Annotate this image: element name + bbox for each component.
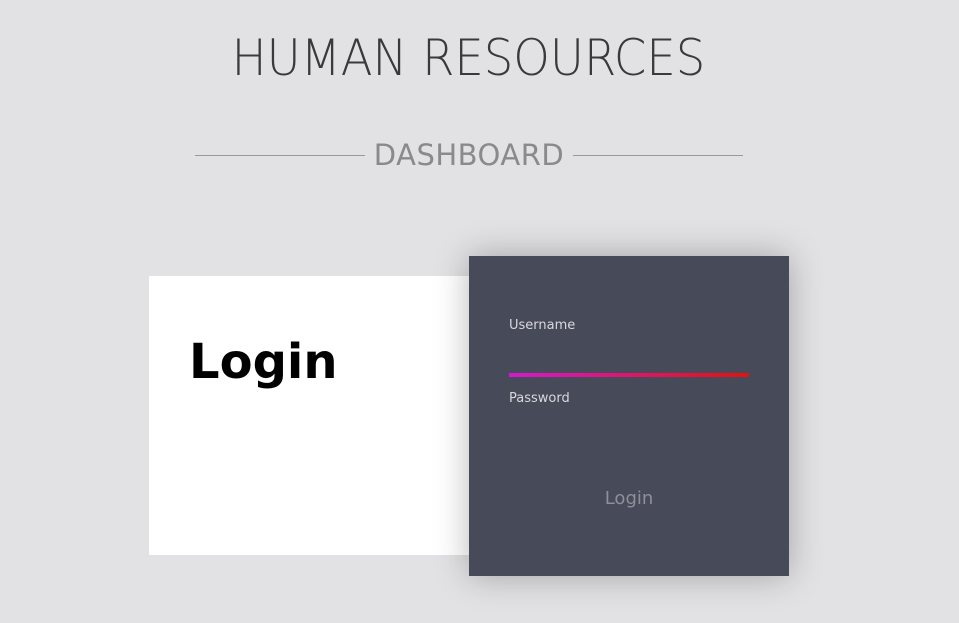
login-page: HUMAN RESOURCES DASHBOARD Login Username… [0,0,959,623]
login-title-card: Login [149,276,469,555]
right-divider [573,154,743,156]
password-input[interactable] [509,421,749,445]
app-title: HUMAN RESOURCES [231,29,706,87]
login-button[interactable]: Login [569,482,689,514]
login-heading: Login [189,334,338,390]
username-label: Username [509,318,576,333]
page-subtitle: DASHBOARD [373,138,565,172]
password-label: Password [509,391,570,406]
login-form: Username Password Login [469,256,789,576]
username-focus-underline [509,373,749,377]
left-divider [195,154,365,156]
username-input[interactable] [509,348,749,372]
subtitle-row: DASHBOARD [195,136,743,174]
